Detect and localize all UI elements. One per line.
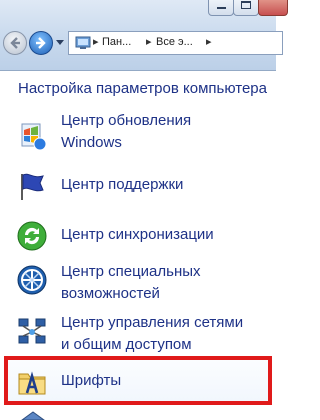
breadcrumb-all-items[interactable]: Все э...: [156, 36, 193, 48]
windows-update-icon: [21, 123, 47, 151]
network-center-icon: [18, 318, 46, 344]
forward-arrow-icon: [36, 37, 46, 49]
window-chrome: ▸ Пан... ▸ Все э... ▸: [0, 0, 288, 71]
forward-button[interactable]: [29, 31, 53, 55]
history-dropdown-icon[interactable]: [56, 40, 64, 45]
next-item-icon-partial: [21, 411, 45, 420]
item-label: Шрифты: [61, 370, 121, 392]
item-label: Центр управления сетями и общим доступом: [61, 312, 243, 356]
item-label-line: Центр управления сетями: [61, 314, 244, 331]
control-panel-icon: [75, 36, 91, 49]
maximize-icon: [241, 1, 251, 9]
item-label-line: Шрифты: [61, 372, 122, 389]
chevron-right-icon[interactable]: ▸: [206, 35, 212, 48]
item-label: Центр синхронизации: [61, 224, 214, 246]
action-center-flag-icon: [21, 173, 44, 200]
ease-of-access-icon: [17, 265, 47, 295]
maximize-button[interactable]: [233, 0, 259, 16]
item-label-line: Центр синхронизации: [61, 226, 214, 243]
item-label: Центр обновления Windows: [61, 110, 191, 154]
close-button[interactable]: [258, 0, 288, 16]
item-label-line: и общим доступом: [61, 336, 192, 353]
minimize-icon: [217, 7, 226, 9]
chevron-right-icon[interactable]: ▸: [146, 35, 152, 48]
item-label-line: возможностей: [61, 285, 160, 302]
fonts-folder-icon: [18, 371, 46, 395]
sync-center-icon: [17, 221, 47, 251]
back-button[interactable]: [3, 31, 27, 55]
back-arrow-icon: [10, 37, 20, 49]
item-label-line: Центр обновления: [61, 112, 192, 129]
breadcrumb-control-panel[interactable]: Пан...: [102, 36, 131, 48]
item-label-line: Windows: [61, 134, 122, 151]
chevron-right-icon[interactable]: ▸: [93, 35, 99, 48]
item-label: Центр специальных возможностей: [61, 261, 201, 305]
item-label-line: Центр поддержки: [61, 176, 184, 193]
item-label-line: Центр специальных: [61, 263, 201, 280]
minimize-button[interactable]: [208, 0, 234, 16]
address-bar[interactable]: ▸ Пан... ▸ Все э... ▸: [68, 31, 283, 55]
item-label: Центр поддержки: [61, 174, 183, 196]
page-title: Настройка параметров компьютера: [18, 80, 267, 97]
